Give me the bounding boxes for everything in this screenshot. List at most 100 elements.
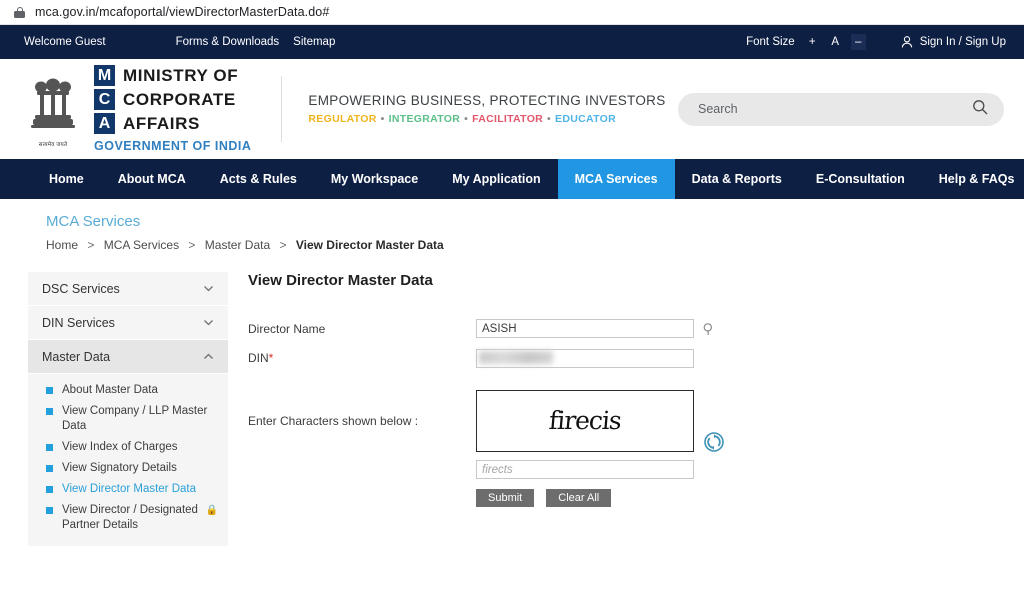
font-size-normal-button[interactable]: A: [828, 34, 843, 50]
bullet-icon: [46, 465, 53, 472]
bullet-icon: [46, 486, 53, 493]
chevron-down-icon: [203, 317, 214, 328]
sidebar-item-label: View Company / LLP Master Data: [62, 405, 208, 432]
tagline-text: EMPOWERING BUSINESS, PROTECTING INVESTOR…: [308, 93, 666, 108]
chevron-down-icon: [203, 283, 214, 294]
chevron-up-icon: [203, 351, 214, 362]
brand-word-corporate: CORPORATE: [123, 89, 236, 109]
role-facilitator: FACILITATOR: [472, 113, 544, 125]
utility-bar-left: Welcome Guest Forms & Downloads Sitemap: [24, 36, 335, 48]
role-regulator: REGULATOR: [308, 113, 377, 125]
brand-letter-m: M: [94, 65, 115, 86]
url-text[interactable]: mca.gov.in/mcafoportal/viewDirectorMaste…: [35, 5, 329, 19]
sign-in-label: Sign In / Sign Up: [919, 36, 1006, 48]
sidebar-accordion-label: DIN Services: [42, 315, 115, 330]
breadcrumb-area: MCA Services Home > MCA Services > Maste…: [0, 199, 1024, 252]
main-form-panel: View Director Master Data Director Name …: [248, 272, 1024, 546]
nav-item-acts-rules[interactable]: Acts & Rules: [203, 159, 314, 199]
bullet-icon: [46, 444, 53, 451]
role-educator: EDUCATOR: [555, 113, 616, 125]
role-separator: •: [547, 113, 552, 125]
sidebar-submenu-master-data: About Master Data View Company / LLP Mas…: [28, 374, 228, 546]
government-of-india-label: GOVERNMENT OF INDIA: [94, 139, 252, 153]
breadcrumb-home[interactable]: Home: [46, 238, 78, 252]
din-label-text: DIN: [248, 351, 269, 365]
captcha-input-row: [476, 460, 1024, 479]
brand-row: A AFFAIRS: [94, 113, 251, 134]
breadcrumb-master-data[interactable]: Master Data: [205, 238, 270, 252]
search-input[interactable]: [696, 101, 972, 117]
nav-item-mca-services[interactable]: MCA Services: [557, 159, 675, 199]
sidebar-item-view-company-llp-master-data[interactable]: View Company / LLP Master Data: [28, 401, 228, 437]
nav-item-help-faqs[interactable]: Help & FAQs: [922, 159, 1024, 199]
form-row-director-name: Director Name: [248, 319, 1024, 338]
font-size-label: Font Size: [746, 36, 795, 48]
role-separator: •: [464, 113, 469, 125]
role-integrator: INTEGRATOR: [388, 113, 461, 125]
clear-all-button[interactable]: Clear All: [546, 489, 612, 507]
site-search-box[interactable]: [678, 92, 1004, 126]
breadcrumb-mca-services[interactable]: MCA Services: [104, 238, 179, 252]
person-icon: [900, 35, 914, 49]
welcome-guest-label: Welcome Guest: [24, 36, 106, 48]
breadcrumb-separator: >: [87, 238, 95, 252]
tagline-block: EMPOWERING BUSINESS, PROTECTING INVESTOR…: [308, 93, 665, 125]
main-navigation: Home About MCA Acts & Rules My Workspace…: [0, 159, 1024, 199]
refresh-icon[interactable]: [704, 431, 724, 452]
submit-button[interactable]: Submit: [476, 489, 535, 507]
breadcrumb-separator: >: [279, 238, 287, 252]
nav-item-about-mca[interactable]: About MCA: [101, 159, 203, 199]
breadcrumb-current: View Director Master Data: [295, 238, 444, 252]
brand-row: C CORPORATE: [94, 89, 251, 110]
nav-item-data-reports[interactable]: Data & Reports: [675, 159, 799, 199]
required-marker: *: [268, 351, 274, 365]
browser-address-bar[interactable]: mca.gov.in/mcafoportal/viewDirectorMaste…: [0, 0, 1024, 25]
padlock-icon: 🔒: [205, 505, 218, 516]
ashoka-emblem-icon: [31, 78, 75, 128]
sidebar-item-view-signatory-details[interactable]: View Signatory Details: [28, 458, 228, 479]
utility-bar: Welcome Guest Forms & Downloads Sitemap …: [0, 25, 1024, 59]
sidebar-item-view-director-designated-partner-details[interactable]: View Director / Designated Partner Detai…: [28, 500, 228, 536]
bullet-icon: [46, 387, 53, 394]
sidebar-accordion-din-services[interactable]: DIN Services: [28, 306, 228, 340]
sidebar-item-label: About Master Data: [62, 384, 158, 396]
brand-row: M MINISTRY OF: [94, 65, 251, 86]
sidebar-accordion-master-data[interactable]: Master Data: [28, 340, 228, 374]
nav-item-e-consultation[interactable]: E-Consultation: [799, 159, 922, 199]
utility-bar-right: Font Size + A – Sign In / Sign Up: [746, 34, 1006, 50]
nav-item-my-application[interactable]: My Application: [435, 159, 557, 199]
masthead-divider: [281, 76, 283, 142]
role-separator: •: [380, 113, 385, 125]
site-masthead: सत्यमेव जयते M MINISTRY OF C CORPORATE A…: [0, 59, 1024, 159]
breadcrumb: Home > MCA Services > Master Data > View…: [46, 238, 1024, 252]
sidebar-item-label: View Director / Designated Partner Detai…: [62, 504, 198, 531]
page-title: View Director Master Data: [248, 272, 433, 289]
din-label: DIN*: [248, 348, 476, 365]
page-section-title: MCA Services: [46, 213, 141, 230]
form-row-din: DIN*: [248, 348, 1024, 368]
search-icon[interactable]: [972, 99, 988, 120]
sitemap-link[interactable]: Sitemap: [293, 36, 335, 48]
sidebar-accordion-label: DSC Services: [42, 281, 120, 296]
sidebar-accordion-dsc-services[interactable]: DSC Services: [28, 272, 228, 306]
brand-word-affairs: AFFAIRS: [123, 113, 200, 133]
sidebar-item-view-index-of-charges[interactable]: View Index of Charges: [28, 437, 228, 458]
forms-and-downloads-link[interactable]: Forms & Downloads: [176, 36, 280, 48]
nav-item-home[interactable]: Home: [32, 159, 101, 199]
captcha-label: Enter Characters shown below :: [248, 413, 419, 428]
form-button-row: Submit Clear All: [476, 489, 1024, 507]
captcha-image: firecis: [476, 389, 694, 452]
sidebar-accordion-label: Master Data: [42, 349, 111, 364]
captcha-input[interactable]: [476, 460, 694, 479]
font-size-decrease-button[interactable]: –: [850, 34, 866, 50]
national-emblem: सत्यमेव जयते: [24, 70, 82, 148]
sidebar-item-view-director-master-data[interactable]: View Director Master Data: [28, 479, 228, 500]
magnifier-icon[interactable]: [701, 321, 716, 336]
nav-item-my-workspace[interactable]: My Workspace: [314, 159, 435, 199]
font-size-increase-button[interactable]: +: [805, 34, 820, 50]
services-sidebar: DSC Services DIN Services Master Data Ab…: [28, 272, 228, 546]
sign-in-sign-up-link[interactable]: Sign In / Sign Up: [900, 35, 1006, 49]
director-name-input[interactable]: [476, 319, 694, 338]
sidebar-item-about-master-data[interactable]: About Master Data: [28, 380, 228, 401]
sidebar-item-label: View Director Master Data: [62, 483, 196, 495]
